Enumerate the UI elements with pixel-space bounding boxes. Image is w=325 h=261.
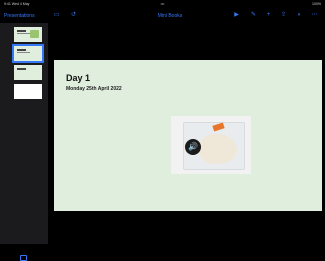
status-bar: 9:41 Wed 4 May ••• 100%: [0, 0, 325, 9]
thumbnail-subtitle-placeholder: [17, 33, 30, 34]
slide-thumbnail-2[interactable]: [12, 44, 44, 63]
document-title[interactable]: Mini Books: [140, 13, 200, 19]
status-battery: 100%: [312, 2, 321, 6]
thumbnail-subtitle-placeholder: [17, 52, 30, 53]
speaker-icon[interactable]: 🔊: [185, 139, 201, 155]
thumbnail-image: [30, 30, 39, 38]
slide-navigator: [0, 23, 48, 261]
thumbnail-title-placeholder: [17, 68, 26, 70]
share-icon[interactable]: ⇧: [280, 12, 287, 19]
sidebar-icon[interactable]: ▭: [53, 12, 60, 19]
slide-canvas[interactable]: Day 1 Monday 25th April 2022 🔊: [54, 60, 322, 211]
thumbnail-title-placeholder: [17, 49, 26, 51]
photo-dough: [199, 134, 237, 164]
insert-icon[interactable]: +: [265, 12, 272, 19]
slide-thumbnail-1[interactable]: [14, 27, 42, 42]
toolbar: Presentations ▭ ↺ Mini Books ▶ ✎ + ⇧ ◐ ⋯: [0, 9, 325, 23]
slide-thumbnail-4[interactable]: [14, 84, 42, 99]
undo-icon[interactable]: ↺: [70, 12, 77, 19]
slide-subtitle[interactable]: Monday 25th April 2022: [66, 86, 122, 92]
add-slide-icon[interactable]: [20, 255, 27, 261]
play-icon[interactable]: ▶: [233, 12, 240, 19]
thumbnail-title-placeholder: [17, 30, 26, 32]
slide-title[interactable]: Day 1: [66, 73, 90, 83]
status-dots: •••: [160, 2, 165, 6]
brush-icon[interactable]: ✎: [250, 12, 257, 19]
presentations-back-button[interactable]: Presentations: [4, 13, 35, 19]
format-icon[interactable]: ◐: [296, 12, 303, 19]
slide-thumbnail-3[interactable]: [14, 65, 42, 80]
more-icon[interactable]: ⋯: [311, 12, 318, 19]
slide-photo[interactable]: 🔊: [171, 116, 251, 174]
